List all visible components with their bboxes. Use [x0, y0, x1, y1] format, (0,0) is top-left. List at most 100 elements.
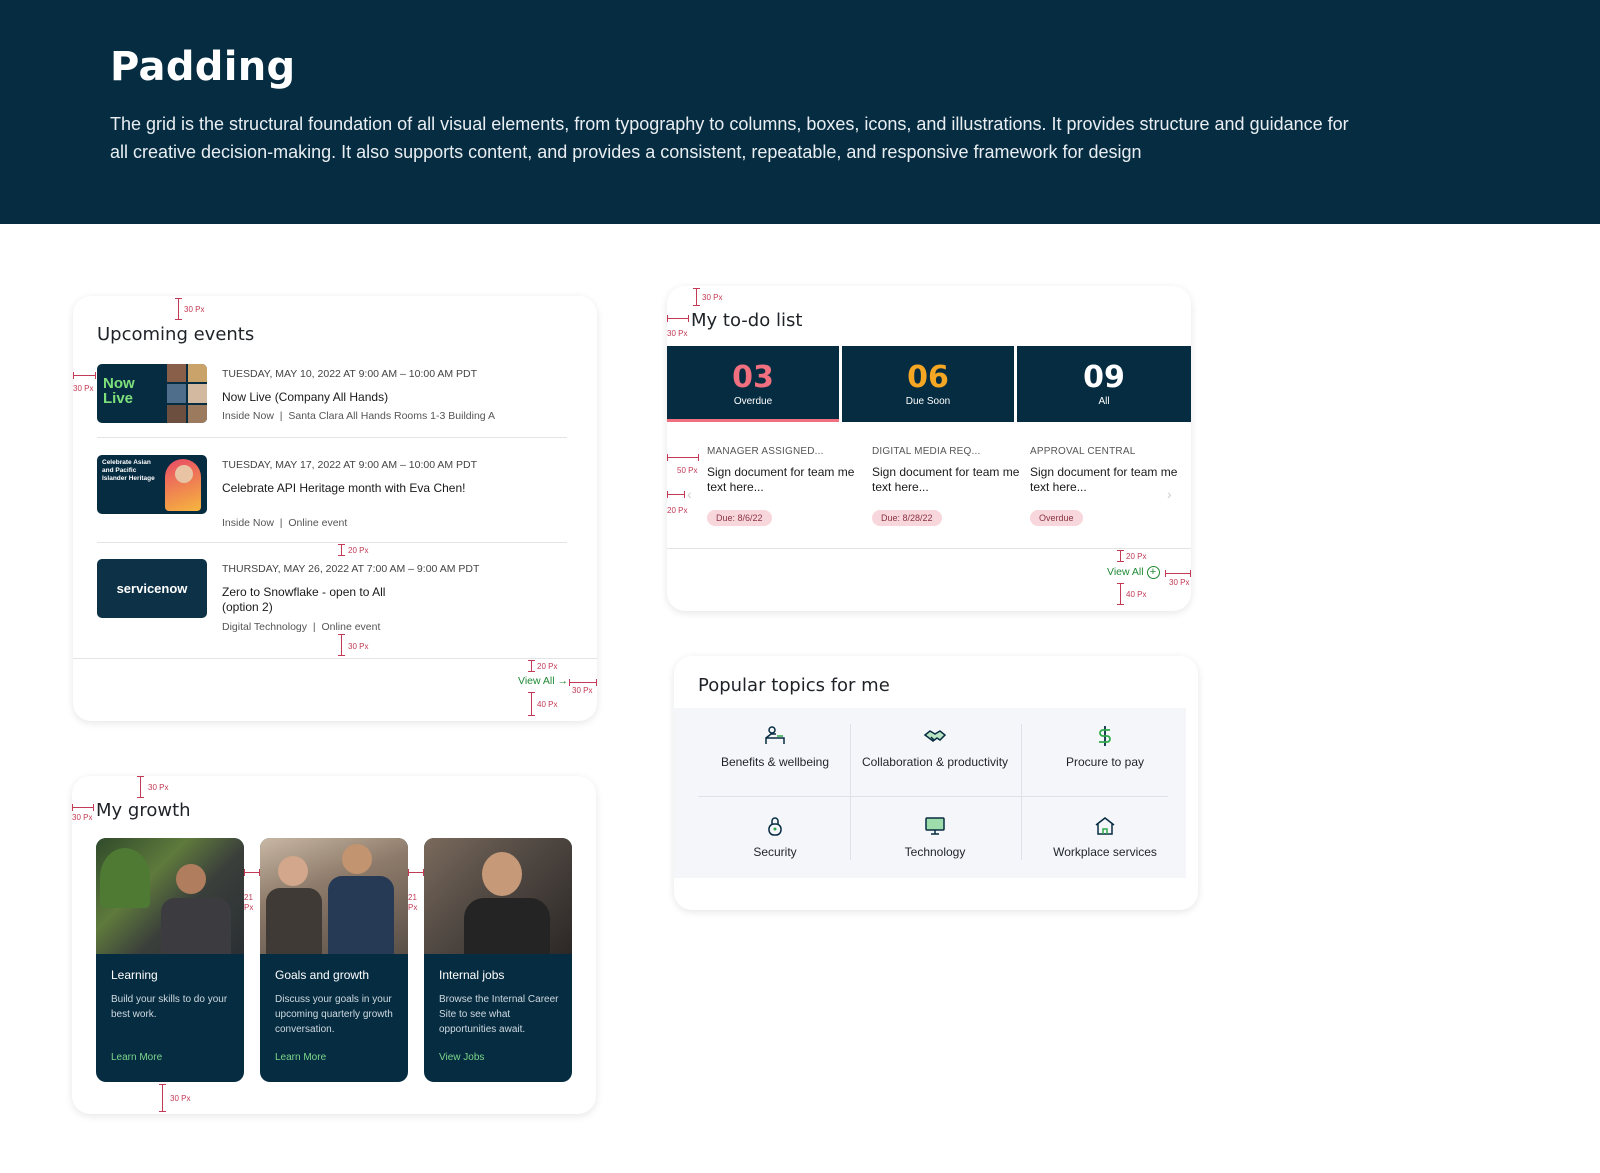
task-category: APPROVAL CENTRAL [1030, 446, 1136, 457]
status-badge: Due: 8/28/22 [872, 510, 942, 526]
stat-all[interactable]: 09 All [1017, 346, 1191, 422]
upcoming-events-card: 30 Px Upcoming events 30 Px Now Live TUE… [73, 296, 597, 721]
event-date: TUESDAY, MAY 17, 2022 AT 9:00 AM – 10:00… [222, 459, 478, 471]
event-meta: Inside Now | Online event [222, 517, 348, 529]
handshake-icon [923, 730, 947, 742]
todo-card: 30 Px 30 Px My to-do list 03 Overdue 06 … [667, 286, 1191, 611]
view-jobs-link[interactable]: View Jobs [439, 1052, 484, 1063]
stat-overdue[interactable]: 03 Overdue [667, 346, 839, 422]
event-thumbnail: servicenow [97, 559, 207, 618]
padding-label: 20 Px [667, 506, 688, 515]
padding-label: 20 Px [537, 662, 558, 671]
divider [698, 796, 1168, 797]
topic-label: Collaboration & productivity [861, 755, 1009, 769]
padding-indicator [338, 544, 345, 556]
todo-title: My to-do list [691, 310, 803, 331]
growth-photo [260, 838, 408, 954]
padding-indicator [667, 454, 699, 461]
padding-label: 30 Px [148, 783, 169, 792]
padding-label: 30 Px [1169, 578, 1190, 587]
task-item[interactable]: DIGITAL MEDIA REQ... Sign document for t… [872, 446, 1022, 526]
topic-security[interactable]: Security [692, 814, 858, 860]
event-name[interactable]: Zero to Snowflake - open to All (option … [222, 585, 412, 615]
padding-label: 21 Px [244, 893, 254, 912]
divider [73, 658, 597, 659]
topic-procure[interactable]: Procure to pay [1022, 724, 1188, 770]
growth-card-title: Internal jobs [439, 968, 505, 982]
growth-card-goals[interactable]: Goals and growth Discuss your goals in y… [260, 838, 408, 1082]
event-name[interactable]: Celebrate API Heritage month with Eva Ch… [222, 481, 472, 496]
event-meta: Inside Now | Santa Clara All Hands Rooms… [222, 410, 495, 422]
house-icon [1095, 817, 1115, 835]
padding-indicator [159, 1084, 166, 1112]
padding-indicator [137, 776, 144, 798]
view-all-link[interactable]: View All → [518, 675, 568, 687]
padding-indicator [1117, 583, 1124, 605]
task-item[interactable]: APPROVAL CENTRAL Sign document for team … [1030, 446, 1180, 526]
divider [667, 548, 1191, 549]
status-badge: Overdue [1030, 510, 1083, 526]
padding-indicator [73, 372, 96, 379]
popular-topics-card: Popular topics for me Benefits & wellbei… [674, 656, 1198, 910]
dollar-icon [1099, 726, 1111, 746]
growth-card-desc: Build your skills to do your best work. [111, 994, 228, 1020]
growth-card-internal-jobs[interactable]: Internal jobs Browse the Internal Career… [424, 838, 572, 1082]
monitor-icon [925, 817, 945, 835]
page-title: Padding [110, 44, 296, 90]
growth-card-desc: Discuss your goals in your upcoming quar… [275, 994, 393, 1035]
padding-indicator [175, 298, 182, 320]
padding-label: 30 Px [572, 686, 593, 695]
my-growth-title: My growth [96, 800, 191, 821]
topic-technology[interactable]: Technology [852, 814, 1018, 860]
lock-icon [768, 817, 782, 836]
learn-more-link[interactable]: Learn More [275, 1052, 326, 1063]
topics-grid: Benefits & wellbeing Collaboration & pro… [674, 708, 1186, 878]
view-all-link[interactable]: View All + [1107, 566, 1160, 579]
padding-indicator [1117, 550, 1124, 562]
popular-topics-title: Popular topics for me [698, 675, 890, 696]
task-description: Sign document for team me text here... [707, 465, 855, 494]
padding-label: 20 Px [348, 546, 369, 555]
learn-more-link[interactable]: Learn More [111, 1052, 162, 1063]
padding-label: 40 Px [1126, 590, 1147, 599]
upcoming-events-title: Upcoming events [97, 324, 255, 345]
padding-indicator [1165, 570, 1191, 577]
padding-indicator [528, 692, 535, 716]
task-category: DIGITAL MEDIA REQ... [872, 446, 981, 457]
padding-indicator [528, 660, 535, 672]
task-item[interactable]: MANAGER ASSIGNED... Sign document for te… [707, 446, 857, 526]
chevron-left-icon[interactable]: ‹ [687, 486, 692, 502]
topic-label: Workplace services [1053, 845, 1157, 859]
topic-benefits[interactable]: Benefits & wellbeing [692, 724, 858, 770]
padding-label: 30 Px [72, 813, 93, 822]
event-name[interactable]: Now Live (Company All Hands) [222, 390, 472, 405]
padding-label: 21 Px [408, 893, 418, 912]
padding-label: 40 Px [537, 700, 558, 709]
padding-label: 30 Px [702, 293, 723, 302]
growth-card-learning[interactable]: Learning Build your skills to do your be… [96, 838, 244, 1082]
padding-indicator [667, 315, 689, 322]
person-bed-icon [765, 726, 785, 744]
padding-label: 30 Px [667, 329, 688, 338]
padding-label: 50 Px [677, 466, 698, 475]
topic-label: Security [753, 845, 797, 859]
event-date: TUESDAY, MAY 10, 2022 AT 9:00 AM – 10:00… [222, 368, 478, 380]
stat-due-soon[interactable]: 06 Due Soon [842, 346, 1014, 422]
event-thumbnail: Now Live [97, 364, 207, 423]
my-growth-card: 30 Px 30 Px My growth Learning Build you… [72, 776, 596, 1114]
task-description: Sign document for team me text here... [1030, 465, 1178, 494]
padding-label: 30 Px [348, 642, 369, 651]
divider [97, 437, 567, 438]
topic-collaboration[interactable]: Collaboration & productivity [852, 724, 1018, 770]
padding-indicator [667, 491, 685, 498]
page-description: The grid is the structural foundation of… [110, 114, 1349, 162]
padding-label: 30 Px [73, 384, 94, 393]
topic-label: Technology [904, 845, 966, 859]
padding-indicator [693, 288, 700, 306]
thumb-text: Now Live [103, 375, 135, 407]
task-description: Sign document for team me text here... [872, 465, 1020, 494]
padding-indicator [569, 679, 597, 686]
topic-workplace[interactable]: Workplace services [1022, 814, 1188, 860]
padding-label: 20 Px [1126, 552, 1147, 561]
padding-indicator [408, 869, 424, 876]
